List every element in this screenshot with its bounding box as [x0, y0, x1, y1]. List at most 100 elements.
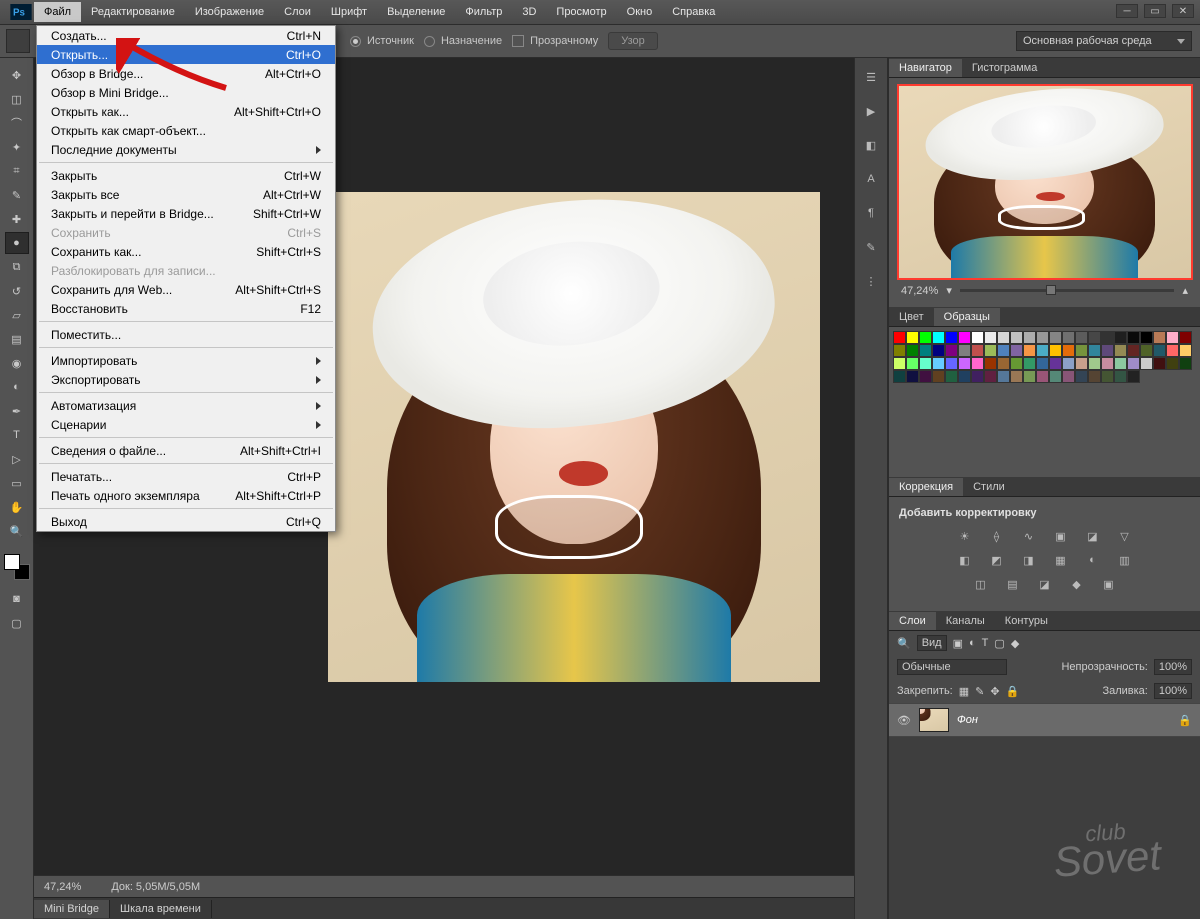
- menu-item-export[interactable]: Экспортировать: [37, 370, 335, 389]
- menu-item-new[interactable]: Создать...Ctrl+N: [37, 26, 335, 45]
- blur-tool-icon[interactable]: ◉: [5, 352, 29, 374]
- swatch-cell[interactable]: [919, 357, 932, 370]
- tab-adjustments[interactable]: Коррекция: [889, 478, 963, 496]
- swatch-cell[interactable]: [1127, 331, 1140, 344]
- menu-edit[interactable]: Редактирование: [81, 2, 185, 22]
- swatch-cell[interactable]: [984, 331, 997, 344]
- history-brush-tool-icon[interactable]: ↺: [5, 280, 29, 302]
- swatch-cell[interactable]: [958, 344, 971, 357]
- swatch-cell[interactable]: [1010, 357, 1023, 370]
- swatch-cell[interactable]: [958, 331, 971, 344]
- adj-threshold-icon[interactable]: ◫: [971, 575, 991, 593]
- screenmode-icon[interactable]: ▢: [5, 612, 29, 634]
- swatch-cell[interactable]: [1010, 370, 1023, 383]
- swatch-cell[interactable]: [945, 331, 958, 344]
- swatch-cell[interactable]: [893, 370, 906, 383]
- swatch-cell[interactable]: [984, 357, 997, 370]
- swatch-cell[interactable]: [906, 344, 919, 357]
- swatch-cell[interactable]: [906, 357, 919, 370]
- swatch-cell[interactable]: [971, 344, 984, 357]
- fill-field[interactable]: 100%: [1154, 683, 1192, 699]
- layer-thumbnail[interactable]: [919, 708, 949, 732]
- menu-item-save-web[interactable]: Сохранить для Web...Alt+Shift+Ctrl+S: [37, 280, 335, 299]
- swatch-cell[interactable]: [1166, 331, 1179, 344]
- swatch-cell[interactable]: [893, 344, 906, 357]
- wand-tool-icon[interactable]: ✦: [5, 136, 29, 158]
- status-zoom[interactable]: 47,24%: [44, 881, 81, 893]
- swatch-cell[interactable]: [906, 370, 919, 383]
- swatch-cell[interactable]: [1153, 357, 1166, 370]
- swatch-cell[interactable]: [1114, 344, 1127, 357]
- maximize-icon[interactable]: ▭: [1144, 4, 1166, 18]
- checkbox-transparent[interactable]: Прозрачному: [512, 35, 598, 47]
- stamp-tool-icon[interactable]: ⧉: [5, 256, 29, 278]
- menu-view[interactable]: Просмотр: [546, 2, 616, 22]
- menu-item-print-one[interactable]: Печать одного экземпляраAlt+Shift+Ctrl+P: [37, 486, 335, 505]
- swatch-cell[interactable]: [1166, 344, 1179, 357]
- properties-panel-icon[interactable]: ◧: [860, 134, 882, 156]
- tab-channels[interactable]: Каналы: [936, 612, 995, 630]
- navigator-zoom-value[interactable]: 47,24%: [901, 285, 938, 297]
- tab-styles[interactable]: Стили: [963, 478, 1015, 496]
- eyedropper-tool-icon[interactable]: ✎: [5, 184, 29, 206]
- lock-position-icon[interactable]: ✥: [990, 685, 999, 698]
- status-docsize[interactable]: Док: 5,05M/5,05M: [111, 881, 200, 893]
- swatch-cell[interactable]: [893, 357, 906, 370]
- move-tool-icon[interactable]: ✥: [5, 64, 29, 86]
- swatch-cell[interactable]: [1049, 331, 1062, 344]
- adj-hue-icon[interactable]: ▽: [1115, 527, 1135, 545]
- character-panel-icon[interactable]: A: [860, 168, 882, 190]
- swatch-cell[interactable]: [1114, 370, 1127, 383]
- swatch-cell[interactable]: [1179, 357, 1192, 370]
- filter-kind-icon[interactable]: 🔍: [897, 637, 911, 650]
- menu-item-scripts[interactable]: Сценарии: [37, 415, 335, 434]
- swatch-cell[interactable]: [971, 331, 984, 344]
- swatch-cell[interactable]: [1140, 357, 1153, 370]
- tab-navigator[interactable]: Навигатор: [889, 59, 962, 77]
- menu-item-revert[interactable]: ВосстановитьF12: [37, 299, 335, 318]
- menu-item-print[interactable]: Печатать...Ctrl+P: [37, 467, 335, 486]
- menu-item-save[interactable]: СохранитьCtrl+S: [37, 223, 335, 242]
- close-icon[interactable]: ✕: [1172, 4, 1194, 18]
- swatch-cell[interactable]: [932, 331, 945, 344]
- menu-item-save-as[interactable]: Сохранить как...Shift+Ctrl+S: [37, 242, 335, 261]
- swatch-cell[interactable]: [1127, 344, 1140, 357]
- swatch-cell[interactable]: [919, 344, 932, 357]
- swatch-cell[interactable]: [1049, 370, 1062, 383]
- path-select-tool-icon[interactable]: ▷: [5, 448, 29, 470]
- tab-color[interactable]: Цвет: [889, 308, 934, 326]
- menu-item-close-bridge[interactable]: Закрыть и перейти в Bridge...Shift+Ctrl+…: [37, 204, 335, 223]
- swatch-cell[interactable]: [1088, 357, 1101, 370]
- filter-smart-icon[interactable]: ◆: [1011, 637, 1019, 650]
- brush-panel-icon[interactable]: ✎: [860, 236, 882, 258]
- swatch-cell[interactable]: [893, 331, 906, 344]
- filter-kind-select[interactable]: Вид: [917, 635, 947, 651]
- swatch-cell[interactable]: [1179, 331, 1192, 344]
- swatch-cell[interactable]: [1075, 331, 1088, 344]
- menu-item-place[interactable]: Поместить...: [37, 325, 335, 344]
- menu-item-open[interactable]: Открыть...Ctrl+O: [37, 45, 335, 64]
- quickmask-icon[interactable]: ◙: [5, 588, 29, 610]
- crop-tool-icon[interactable]: ⌗: [5, 160, 29, 182]
- swatch-cell[interactable]: [1075, 344, 1088, 357]
- adj-color-icon[interactable]: ◆: [1067, 575, 1087, 593]
- layer-row-background[interactable]: 👁 Фон 🔒: [889, 703, 1200, 737]
- swatch-cell[interactable]: [1088, 331, 1101, 344]
- menu-select[interactable]: Выделение: [377, 2, 455, 22]
- swatch-cell[interactable]: [1023, 370, 1036, 383]
- swatch-cell[interactable]: [1023, 357, 1036, 370]
- swatch-cell[interactable]: [958, 357, 971, 370]
- menu-item-browse-bridge[interactable]: Обзор в Bridge...Alt+Ctrl+O: [37, 64, 335, 83]
- menu-file[interactable]: Файл: [34, 2, 81, 22]
- lock-pixels-icon[interactable]: ✎: [975, 685, 984, 698]
- swatch-cell[interactable]: [1010, 331, 1023, 344]
- swatch-cell[interactable]: [1023, 344, 1036, 357]
- swatch-cell[interactable]: [919, 331, 932, 344]
- swatch-cell[interactable]: [1036, 357, 1049, 370]
- swatch-cell[interactable]: [1075, 370, 1088, 383]
- pattern-button[interactable]: Узор: [608, 32, 658, 50]
- swatch-cell[interactable]: [1140, 331, 1153, 344]
- menu-type[interactable]: Шрифт: [321, 2, 377, 22]
- menu-window[interactable]: Окно: [617, 2, 663, 22]
- swatch-cell[interactable]: [1166, 357, 1179, 370]
